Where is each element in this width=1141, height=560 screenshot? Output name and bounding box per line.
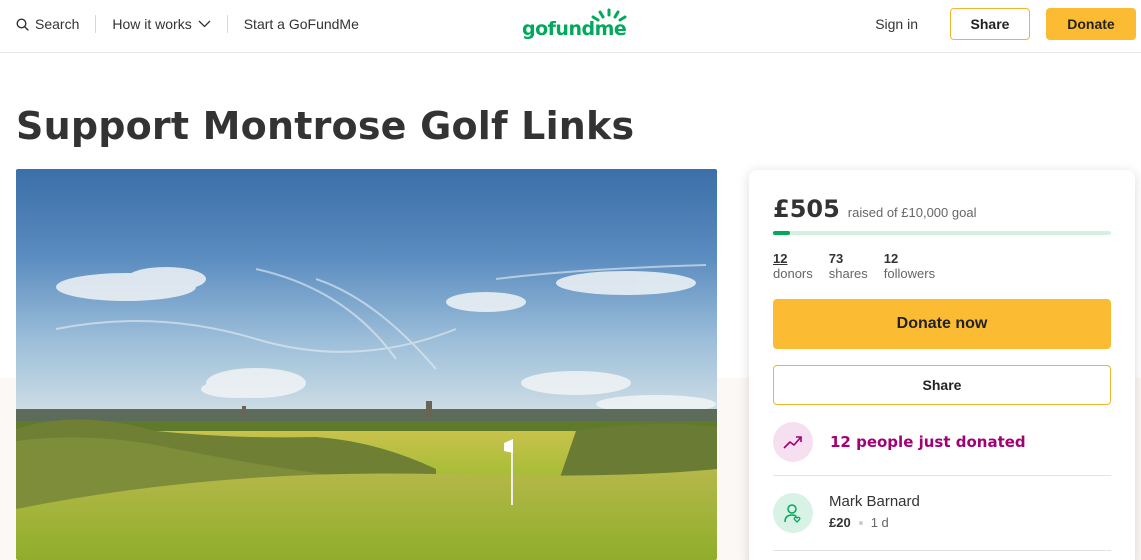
search-icon <box>16 17 29 31</box>
donors-count: 12 <box>773 251 788 266</box>
nav-divider <box>95 15 97 33</box>
followers-count: 12 <box>883 251 899 266</box>
donor-time: 1 d <box>870 515 889 530</box>
gofundme-logo[interactable]: gofundme <box>522 7 632 41</box>
how-it-works-menu[interactable]: How it works <box>112 16 211 32</box>
search-label: Search <box>35 16 80 32</box>
logo-sun-icon <box>588 7 630 30</box>
trending-text: 12 people just donated <box>830 433 1026 451</box>
raised-summary: £505 raised of £10,000 goal <box>773 195 976 223</box>
donation-sidebar-card: £505 raised of £10,000 goal 12 donors 73… <box>749 170 1135 560</box>
nav-left-group: Search How it works Start a GoFundMe <box>16 0 359 48</box>
raised-amount: £505 <box>773 195 840 223</box>
search-link[interactable]: Search <box>16 16 79 32</box>
campaign-title: Support Montrose Golf Links <box>16 104 635 148</box>
chevron-down-icon <box>198 20 211 28</box>
donor-meta: £20 1 d <box>829 515 920 530</box>
trending-notice: 12 people just donated <box>773 422 1026 462</box>
donors-label: donors <box>773 266 813 281</box>
nav-right-group: Sign in Share Donate <box>875 0 1141 48</box>
followers-label: followers <box>883 266 936 281</box>
progress-bar-fill <box>773 231 791 235</box>
donate-button-top[interactable]: Donate <box>1046 8 1136 40</box>
donor-info: Mark Barnard £20 1 d <box>829 492 920 530</box>
how-it-works-label: How it works <box>112 16 192 32</box>
campaign-stats: 12 donors 73 shares 12 followers <box>773 251 951 282</box>
card-divider <box>773 550 1111 551</box>
goal-text: raised of £10,000 goal <box>847 205 977 220</box>
donor-amount: £20 <box>829 515 851 530</box>
nav-divider <box>226 15 228 33</box>
share-button-top[interactable]: Share <box>950 8 1030 40</box>
campaign-hero-image[interactable] <box>16 169 717 560</box>
top-navigation: Search How it works Start a GoFundMe gof… <box>0 0 1141 53</box>
donor-heart-icon <box>773 493 813 533</box>
progress-bar <box>773 231 1111 235</box>
share-button[interactable]: Share <box>773 365 1111 405</box>
shares-label: shares <box>828 266 868 281</box>
shares-count: 73 <box>828 251 844 266</box>
donate-now-button[interactable]: Donate now <box>773 299 1111 349</box>
trending-up-icon <box>773 422 813 462</box>
card-divider <box>773 475 1111 476</box>
sign-in-link[interactable]: Sign in <box>875 16 918 32</box>
start-gofundme-label: Start a GoFundMe <box>243 16 359 32</box>
stat-donors[interactable]: 12 donors <box>773 251 813 282</box>
separator-dot <box>858 520 863 525</box>
recent-donation-item: Mark Barnard £20 1 d <box>773 492 920 533</box>
stat-shares: 73 shares <box>829 251 868 282</box>
start-gofundme-link[interactable]: Start a GoFundMe <box>244 16 359 32</box>
donor-name: Mark Barnard <box>829 493 920 510</box>
stat-followers: 12 followers <box>884 251 935 282</box>
